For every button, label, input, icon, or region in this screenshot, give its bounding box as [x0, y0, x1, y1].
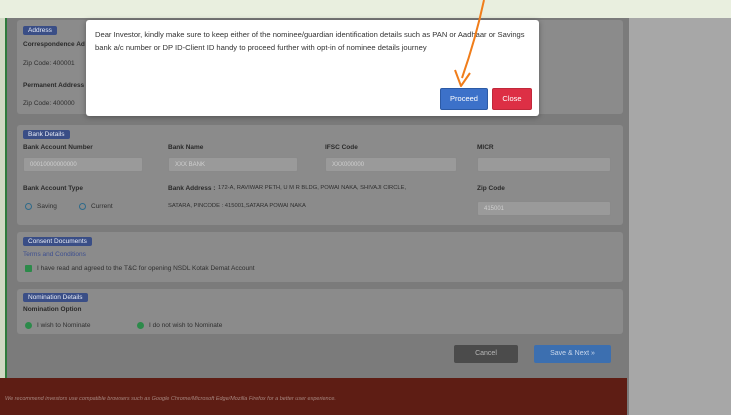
bank-address-line1: 172-A, RAVIWAR PETH, U M R BLDG, POWAI N… [218, 185, 407, 191]
consent-tag: Consent Documents [23, 237, 92, 246]
ifsc-label: IFSC Code [325, 144, 358, 151]
browser-notice-footer: We recommend investors use compatible br… [0, 378, 627, 415]
bank-details-section: Bank Details Bank Account Number 0001000… [17, 125, 623, 225]
correspondence-zip: Zip Code: 400001 [23, 60, 75, 67]
nominate-yes-label: I wish to Nominate [37, 322, 91, 329]
cancel-button[interactable]: Cancel [454, 345, 518, 363]
right-margin [627, 18, 731, 415]
nominate-no-radio[interactable] [137, 322, 144, 329]
top-bar [0, 0, 731, 18]
current-radio[interactable] [79, 203, 86, 210]
micr-field[interactable] [477, 157, 611, 172]
terms-link[interactable]: Terms and Conditions [23, 251, 86, 258]
bank-details-tag: Bank Details [23, 130, 70, 139]
browser-notice-text: We recommend investors use compatible br… [5, 396, 336, 402]
nominate-no-label: I do not wish to Nominate [149, 322, 223, 329]
saving-radio[interactable] [25, 203, 32, 210]
screen: Address Correspondence Ad Zip Code: 4000… [0, 0, 731, 415]
nominate-yes-radio[interactable] [25, 322, 32, 329]
nomination-tag: Nomination Details [23, 293, 88, 302]
saving-radio-label: Saving [37, 203, 57, 210]
close-button[interactable]: Close [492, 88, 532, 110]
account-type-label: Bank Account Type [23, 185, 83, 192]
current-radio-label: Current [91, 203, 113, 210]
bank-zip-label: Zip Code [477, 185, 505, 192]
correspondence-address-label: Correspondence Ad [23, 41, 85, 48]
consent-checkbox[interactable] [25, 265, 32, 272]
permanent-zip: Zip Code: 400000 [23, 100, 75, 107]
nomination-option-label: Nomination Option [23, 306, 82, 313]
bank-address-line2: SATARA, PINCODE : 415001,SATARA POWAI NA… [168, 203, 306, 209]
proceed-button[interactable]: Proceed [440, 88, 488, 110]
nominee-info-modal: Dear Investor, kindly make sure to keep … [86, 20, 539, 116]
permanent-address-label: Permanent Address [23, 82, 85, 89]
micr-label: MICR [477, 144, 494, 151]
bank-address-label: Bank Address : [168, 185, 216, 192]
ifsc-field[interactable]: XXX000000 [325, 157, 457, 172]
bank-name-field[interactable]: XXX BANK [168, 157, 298, 172]
modal-message: Dear Investor, kindly make sure to keep … [95, 30, 525, 52]
account-number-field[interactable]: 00010000000000 [23, 157, 143, 172]
consent-check-text: I have read and agreed to the T&C for op… [37, 265, 255, 272]
save-next-button[interactable]: Save & Next » [534, 345, 611, 363]
address-tag: Address [23, 26, 57, 35]
nomination-section: Nomination Details Nomination Option I w… [17, 289, 623, 334]
bank-zip-field[interactable]: 415001 [477, 201, 611, 216]
consent-section: Consent Documents Terms and Conditions I… [17, 232, 623, 282]
account-number-label: Bank Account Number [23, 144, 93, 151]
bank-name-label: Bank Name [168, 144, 204, 151]
